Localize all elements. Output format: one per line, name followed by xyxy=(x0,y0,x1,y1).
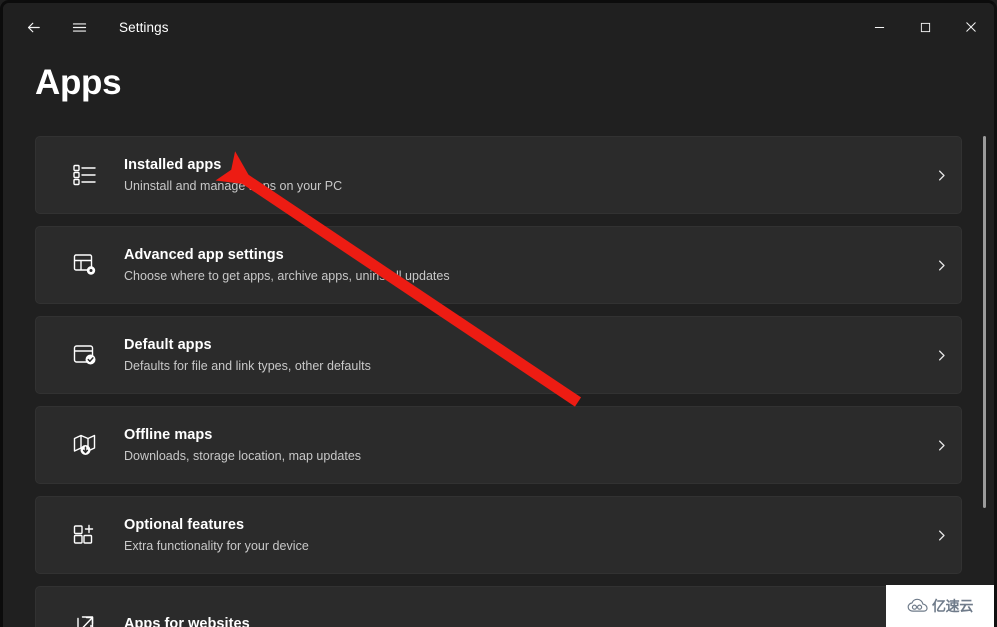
card-subtitle: Defaults for file and link types, other … xyxy=(124,358,371,373)
card-text: Advanced app settings Choose where to ge… xyxy=(124,245,921,286)
chevron-right-icon[interactable] xyxy=(921,348,961,363)
chevron-right-icon[interactable] xyxy=(921,528,961,543)
card-title: Advanced app settings xyxy=(124,246,284,263)
window-controls xyxy=(856,3,994,51)
scrollbar-thumb[interactable] xyxy=(983,136,986,508)
advanced-app-settings-icon xyxy=(68,248,102,282)
card-title: Offline maps xyxy=(124,426,213,443)
settings-card-optional-features[interactable]: Optional features Extra functionality fo… xyxy=(35,496,962,574)
card-subtitle: Downloads, storage location, map updates xyxy=(124,448,362,463)
vertical-scrollbar[interactable] xyxy=(980,136,988,616)
card-title: Optional features xyxy=(124,516,245,533)
card-text: Optional features Extra functionality fo… xyxy=(124,515,921,556)
card-title: Installed apps xyxy=(124,156,222,173)
settings-card-installed-apps[interactable]: Installed apps Uninstall and manage apps… xyxy=(35,136,962,214)
card-text: Default apps Defaults for file and link … xyxy=(124,335,921,376)
title-bar: Settings xyxy=(3,3,994,51)
cloud-logo-icon xyxy=(907,598,928,612)
window-title: Settings xyxy=(119,19,169,35)
card-title: Default apps xyxy=(124,336,212,353)
card-text: Installed apps Uninstall and manage apps… xyxy=(124,155,921,196)
card-subtitle: Extra functionality for your device xyxy=(124,538,309,553)
apps-for-websites-icon xyxy=(68,608,102,627)
card-subtitle: Uninstall and manage apps on your PC xyxy=(124,178,343,193)
minimize-button[interactable] xyxy=(856,3,902,51)
watermark-text: 亿速云 xyxy=(931,598,974,614)
hamburger-menu-icon xyxy=(72,22,86,32)
card-subtitle: Choose where to get apps, archive apps, … xyxy=(124,268,450,283)
optional-features-icon xyxy=(68,518,102,552)
maximize-icon xyxy=(920,22,930,32)
back-button[interactable] xyxy=(16,10,50,44)
maximize-button[interactable] xyxy=(902,3,948,51)
settings-card-advanced-app-settings[interactable]: Advanced app settings Choose where to ge… xyxy=(35,226,962,304)
settings-list: Installed apps Uninstall and manage apps… xyxy=(3,136,994,627)
close-button[interactable] xyxy=(948,3,994,51)
settings-card-offline-maps[interactable]: Offline maps Downloads, storage location… xyxy=(35,406,962,484)
close-icon xyxy=(966,22,976,32)
chevron-right-icon[interactable] xyxy=(921,168,961,183)
minimize-icon xyxy=(874,26,884,28)
page-title: Apps xyxy=(35,63,122,102)
chevron-right-icon[interactable] xyxy=(921,258,961,273)
default-apps-icon xyxy=(68,338,102,372)
installed-apps-list-icon xyxy=(68,158,102,192)
settings-window: Settings Apps Installed apps Uninstall a… xyxy=(0,0,997,627)
card-text: Offline maps Downloads, storage location… xyxy=(124,425,921,466)
card-title: Apps for websites xyxy=(124,616,250,627)
watermark: 亿速云 xyxy=(886,585,994,627)
offline-maps-icon xyxy=(68,428,102,462)
navigation-menu-button[interactable] xyxy=(62,10,96,44)
settings-card-apps-for-websites[interactable]: Apps for websites xyxy=(35,586,962,627)
settings-card-default-apps[interactable]: Default apps Defaults for file and link … xyxy=(35,316,962,394)
card-text: Apps for websites xyxy=(124,614,921,627)
back-arrow-icon xyxy=(27,22,40,32)
chevron-right-icon[interactable] xyxy=(921,438,961,453)
